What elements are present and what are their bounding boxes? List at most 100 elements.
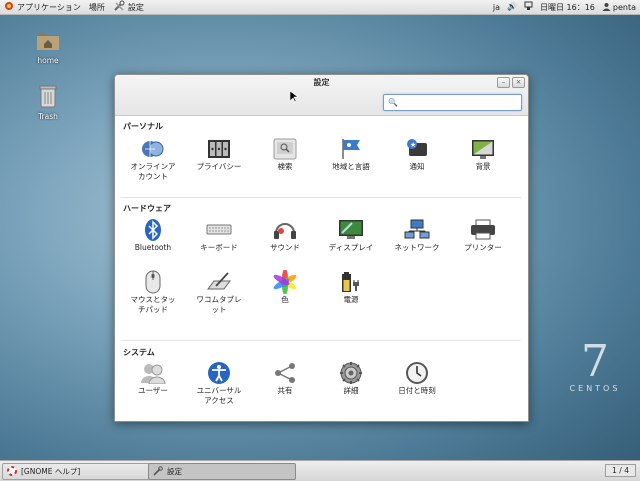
notifications-icon: ★	[404, 137, 430, 161]
minimize-button[interactable]: –	[497, 77, 510, 88]
network-status-icon[interactable]	[524, 1, 533, 13]
search-input[interactable]	[397, 96, 512, 109]
settings-item-privacy[interactable]: プライバシー	[187, 137, 251, 172]
settings-item-background[interactable]: 背景	[451, 137, 515, 172]
taskbar-item-settings[interactable]: 設定	[148, 463, 296, 480]
wacom-tablet-icon	[206, 270, 232, 294]
places-menu[interactable]: 場所	[85, 0, 109, 14]
item-label: ユニバーサル アクセス	[196, 386, 242, 405]
item-label: ワコムタブレ ット	[196, 295, 242, 314]
item-label: マウスとタッ チパッド	[130, 295, 176, 314]
section-separator	[121, 340, 521, 341]
settings-item-wacom[interactable]: ワコムタブレ ット	[187, 270, 251, 315]
taskbar-item-label: 設定	[167, 467, 182, 476]
settings-item-details[interactable]: 詳細	[319, 361, 383, 396]
item-label: ディスプレイ	[328, 243, 374, 252]
close-button[interactable]: ×	[512, 77, 525, 88]
close-icon: ×	[515, 78, 522, 86]
user-menu[interactable]: penta	[602, 2, 636, 13]
details-icon	[338, 361, 364, 385]
settings-item-date-time[interactable]: 日付と時刻	[385, 361, 449, 396]
home-label: home	[37, 56, 59, 65]
places-menu-label: 場所	[88, 2, 105, 12]
online-accounts-icon	[140, 137, 166, 161]
color-icon	[272, 270, 298, 294]
user-name: penta	[612, 2, 636, 12]
desktop-trash[interactable]: Trash	[23, 84, 73, 121]
bottom-panel: [GNOME ヘルプ] 設定 1 / 4	[0, 460, 640, 481]
centos-seven: 7	[581, 336, 609, 387]
centos-watermark: 7 CENTOS	[560, 336, 630, 394]
section-separator	[121, 197, 521, 198]
universal-access-icon	[206, 361, 232, 385]
item-label: プリンター	[464, 243, 502, 252]
date-time-icon	[404, 361, 430, 385]
item-label: 共有	[277, 386, 293, 395]
section-title-personal: パーソナル	[123, 122, 163, 131]
printer-icon	[470, 218, 496, 242]
home-folder-icon	[23, 28, 73, 54]
taskbar-item-gnome-help[interactable]: [GNOME ヘルプ]	[2, 463, 150, 480]
top-panel: アプリケーション 場所 設定 ja 🔊 日曜日 16：16 penta	[0, 0, 640, 15]
input-language[interactable]: ja	[493, 3, 500, 12]
item-label: ネットワーク	[394, 243, 440, 252]
volume-icon[interactable]: 🔊	[507, 3, 517, 11]
item-label: 電源	[343, 295, 359, 304]
keyboard-icon	[206, 218, 232, 242]
settings-item-color[interactable]: 色	[253, 270, 317, 305]
workspace-pager[interactable]: 1 / 4	[605, 464, 636, 477]
settings-item-region[interactable]: 地域と言語	[319, 137, 383, 172]
item-label: サウンド	[270, 243, 300, 252]
window-title: 設定	[313, 78, 330, 87]
settings-item-sharing[interactable]: 共有	[253, 361, 317, 396]
item-label: Bluetooth	[134, 243, 172, 252]
item-label: オンラインア カウント	[130, 162, 176, 181]
privacy-icon	[206, 137, 232, 161]
settings-item-printer[interactable]: プリンター	[451, 218, 515, 253]
settings-item-universal-access[interactable]: ユニバーサル アクセス	[187, 361, 251, 406]
trash-icon	[23, 84, 73, 110]
taskbar-item-label: [GNOME ヘルプ]	[21, 467, 81, 476]
section-title-hardware: ハードウェア	[123, 204, 171, 213]
window-titlebar[interactable]: 設定 – × 🔍	[115, 75, 528, 116]
help-lifebuoy-icon	[7, 465, 17, 478]
section-title-system: システム	[123, 348, 155, 357]
settings-item-display[interactable]: ディスプレイ	[319, 218, 383, 253]
display-icon	[338, 218, 364, 242]
settings-item-keyboard[interactable]: キーボード	[187, 218, 251, 253]
item-label: ユーザー	[138, 386, 168, 395]
desktop-home[interactable]: home	[23, 28, 73, 65]
settings-item-power[interactable]: 電源	[319, 270, 383, 305]
gnome-foot-icon	[4, 1, 14, 13]
minimize-icon: –	[501, 78, 506, 86]
applications-menu-label: アプリケーション	[17, 2, 81, 12]
settings-item-notifications[interactable]: ★ 通知	[385, 137, 449, 172]
settings-item-network[interactable]: ネットワーク	[385, 218, 449, 253]
search-box[interactable]: 🔍	[383, 94, 522, 111]
settings-item-bluetooth[interactable]: Bluetooth	[121, 218, 185, 253]
item-label: 日付と時刻	[398, 386, 436, 395]
users-icon	[140, 361, 166, 385]
settings-item-sound[interactable]: サウンド	[253, 218, 317, 253]
item-label: 地域と言語	[332, 162, 370, 171]
search-icon	[272, 137, 298, 161]
network-icon	[404, 218, 430, 242]
item-label: 通知	[409, 162, 425, 171]
item-label: 検索	[277, 162, 293, 171]
tools-icon	[153, 465, 163, 478]
settings-item-users[interactable]: ユーザー	[121, 361, 185, 396]
settings-item-search[interactable]: 検索	[253, 137, 317, 172]
item-label: プライバシー	[196, 162, 242, 171]
bluetooth-icon	[140, 218, 166, 242]
applications-menu[interactable]: アプリケーション	[0, 0, 85, 14]
settings-item-mouse[interactable]: マウスとタッ チパッド	[121, 270, 185, 315]
item-label: 色	[281, 295, 289, 304]
item-label: 背景	[475, 162, 491, 171]
clock[interactable]: 日曜日 16：16	[540, 2, 595, 13]
current-app-menu[interactable]: 設定	[109, 0, 148, 14]
region-language-icon	[338, 137, 364, 161]
settings-item-online-accounts[interactable]: オンラインア カウント	[121, 137, 185, 182]
power-icon	[338, 270, 364, 294]
item-label: 詳細	[343, 386, 359, 395]
mouse-icon	[140, 270, 166, 294]
